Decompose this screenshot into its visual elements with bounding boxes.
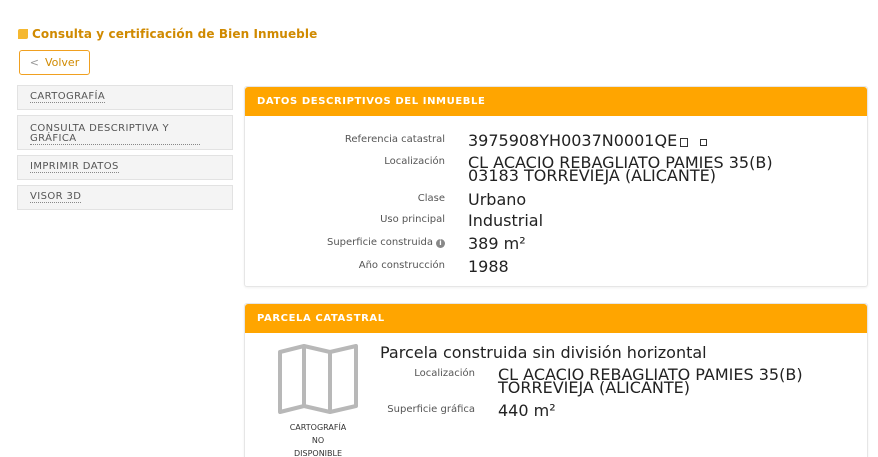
parcela-loc-label: Localización [414,368,475,379]
page-title-text: Consulta y certificación de Bien Inmuebl… [32,27,318,41]
sidebar-item-label: VISOR 3D [30,191,82,203]
sidebar-item-label: CARTOGRAFÍA [30,91,106,103]
uso-label: Uso principal [380,214,445,225]
map-caption: CARTOGRAFÍA NO DISPONIBLE [278,421,358,457]
sidebar-item-imprimir-datos[interactable]: IMPRIMIR DATOS [17,155,233,180]
parcela-panel: PARCELA CATASTRAL CARTOGRAFÍA NO DISPONI… [244,303,868,457]
sidebar-item-consulta-descriptiva[interactable]: CONSULTA DESCRIPTIVA Y GRÁFICA [17,115,233,150]
back-button[interactable]: < Volver [19,50,90,75]
square-bullet-icon [18,29,28,39]
clase-value: Urbano [468,190,527,209]
ref-label: Referencia catastral [344,134,445,145]
map-caption-line-2: NO [311,436,325,445]
ref-value: 3975908YH0037N0001QE [468,131,678,150]
map-unavailable: CARTOGRAFÍA NO DISPONIBLE [278,344,358,457]
sup-label: Superficie construida [327,237,433,248]
copy-icon[interactable] [680,138,689,147]
loc-label: Localización [384,156,445,167]
sidebar-item-label: CONSULTA DESCRIPTIVA Y GRÁFICA [30,124,200,145]
info-icon[interactable]: i [436,239,445,248]
parcela-desc: Parcela construida sin división horizont… [380,343,707,362]
sup-value: 389 m² [468,234,526,253]
sidebar-item-label: IMPRIMIR DATOS [30,161,119,173]
sidebar-item-cartografia[interactable]: CARTOGRAFÍA [17,85,233,110]
sidebar-item-visor-3d[interactable]: VISOR 3D [17,185,233,210]
ref-value-row: 3975908YH0037N0001QE [468,131,708,150]
page-title: Consulta y certificación de Bien Inmuebl… [18,27,317,41]
back-button-label: Volver [44,56,80,69]
inmueble-panel-header: DATOS DESCRIPTIVOS DEL INMUEBLE [245,87,867,116]
clase-label: Clase [417,193,445,204]
uso-value: Industrial [468,211,544,230]
parcela-sup-label: Superficie gráfica [387,404,475,415]
inmueble-panel: DATOS DESCRIPTIVOS DEL INMUEBLE Referenc… [244,86,868,287]
map-unavailable-icon [278,344,358,414]
parcela-panel-header: PARCELA CATASTRAL [245,304,867,333]
map-caption-line-3: DISPONIBLE [293,449,343,457]
map-caption-line-1: CARTOGRAFÍA [289,423,347,432]
sup-label-wrap: Superficie construida i [327,237,445,248]
loc-value: CL ACACIO REBAGLIATO PAMIES 35(B) 03183 … [468,155,773,184]
chevron-left-icon: < [29,56,39,69]
qr-code-icon[interactable] [700,139,708,146]
sidebar: CARTOGRAFÍA CONSULTA DESCRIPTIVA Y GRÁFI… [17,85,233,215]
parcela-loc-value: CL ACACIO REBAGLIATO PAMIES 35(B) TORREV… [498,367,803,396]
anio-value: 1988 [468,257,509,276]
anio-label: Año construcción [358,260,445,271]
parcela-sup-value: 440 m² [498,401,556,420]
